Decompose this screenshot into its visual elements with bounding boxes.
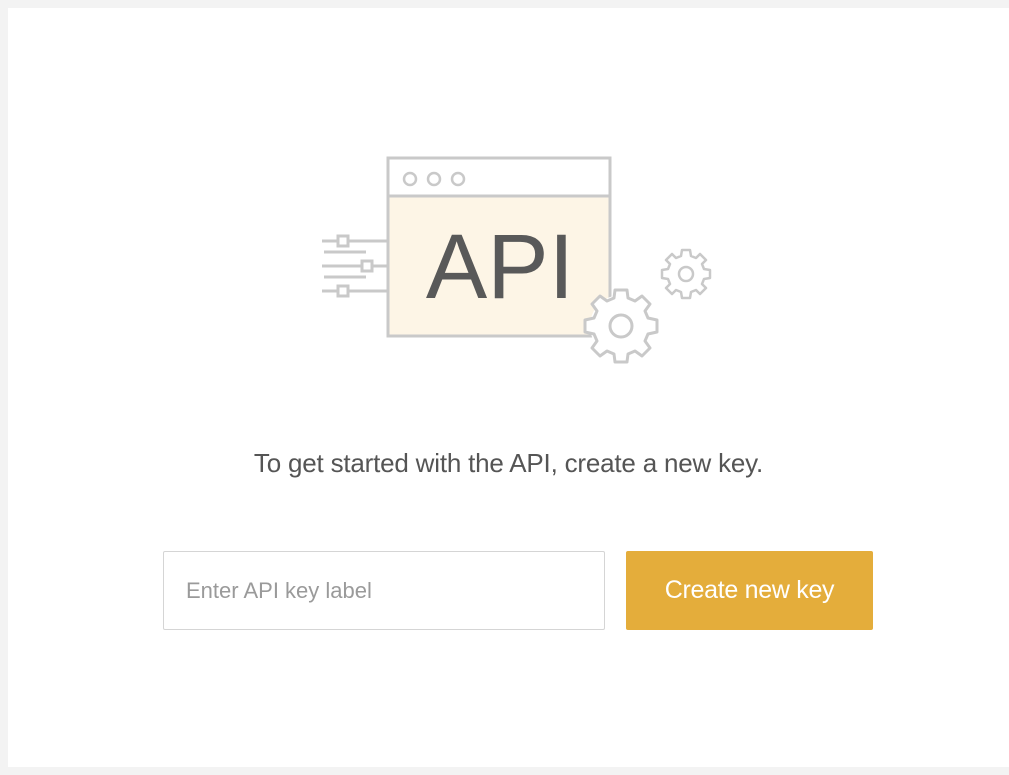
content-panel — [8, 8, 1009, 767]
getting-started-message: To get started with the API, create a ne… — [253, 448, 764, 478]
api-key-label-input[interactable] — [163, 551, 605, 630]
connector-lines-icon — [322, 234, 388, 298]
api-illustration: API — [310, 146, 730, 376]
large-gear-icon — [583, 288, 659, 364]
api-label: API — [426, 216, 574, 318]
create-new-key-button[interactable]: Create new key — [626, 551, 873, 630]
browser-window-icon: API — [386, 156, 612, 338]
small-gear-icon — [660, 248, 712, 300]
